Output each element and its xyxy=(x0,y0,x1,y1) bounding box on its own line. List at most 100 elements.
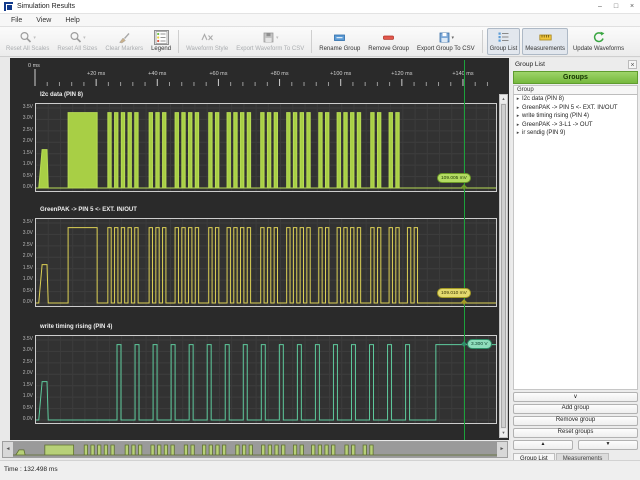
minimize-button[interactable]: – xyxy=(592,1,608,13)
group-column-header[interactable]: Group xyxy=(513,85,638,95)
dropdown-caret-icon[interactable]: ▾ xyxy=(452,35,455,41)
measurements-button[interactable]: Measurements xyxy=(522,28,568,55)
simulation-results-window: Simulation Results – □ × File View Help … xyxy=(0,0,640,480)
toolbar-separator xyxy=(311,30,312,53)
export-group-to-csv-button[interactable]: ▾Export Group To CSV xyxy=(414,28,478,55)
reset-groups-button[interactable]: Reset groups xyxy=(513,428,638,438)
group-list-item[interactable]: ▸write timing rising (PIN 4) xyxy=(514,112,637,121)
magnifier-icon xyxy=(19,31,32,44)
toolbar-button-label: Update Waveforms xyxy=(573,46,624,53)
scroll-right-icon[interactable]: ► xyxy=(497,442,507,457)
tree-expand-icon[interactable]: ▸ xyxy=(514,122,522,128)
collapse-button[interactable]: ∨ xyxy=(513,392,638,402)
group-item-label: GreenPAK -> 3-L1 -> OUT xyxy=(522,122,593,128)
remove-group-button[interactable]: Remove group xyxy=(513,416,638,426)
y-axis-tick-label: 2.0V xyxy=(12,138,33,144)
floppy-blue-icon xyxy=(438,31,451,44)
dropdown-caret-icon: ▾ xyxy=(276,35,279,41)
y-axis-tick-label: 1.5V xyxy=(12,382,33,388)
svg-text:+20 ms: +20 ms xyxy=(87,71,105,77)
legend-button[interactable]: Legend xyxy=(148,28,174,55)
group-list-item[interactable]: ▸I2c data (PIN 8) xyxy=(514,95,637,104)
tree-expand-icon[interactable]: ▸ xyxy=(514,105,522,111)
waveform-plot[interactable] xyxy=(35,103,497,192)
svg-text:0 ms: 0 ms xyxy=(28,63,40,69)
y-axis-tick-label: 0.0V xyxy=(12,416,33,422)
scrollbar-thumb[interactable] xyxy=(501,104,506,428)
status-time: Time : 132.498 ms xyxy=(4,466,58,473)
svg-text:+40 ms: +40 ms xyxy=(148,71,166,77)
y-axis-tick-label: 3.5V xyxy=(12,336,33,342)
waveform-trace xyxy=(36,104,496,191)
status-bar: Time : 132.498 ms xyxy=(0,460,640,480)
toolbar-button-label: Legend xyxy=(151,46,171,53)
maximize-button[interactable]: □ xyxy=(608,1,624,13)
y-axis-tick-label: 0.5V xyxy=(12,173,33,179)
cursor-value-label: 109.005 mV xyxy=(437,173,471,183)
group-list-item[interactable]: ▸GreenPAK -> PIN 5 <- EXT. IN/OUT xyxy=(514,104,637,113)
waveform-label: write timing rising (PIN 4) xyxy=(40,324,112,330)
waveform-area[interactable]: 0 ms+20 ms+40 ms+60 ms+80 ms+100 ms+120 … xyxy=(10,58,509,440)
title-bar: Simulation Results – □ × xyxy=(0,0,640,14)
vertical-scrollbar[interactable]: ▲▼ xyxy=(499,94,508,438)
tree-expand-icon[interactable]: ▸ xyxy=(514,130,522,136)
y-axis-tick-label: 2.5V xyxy=(12,242,33,248)
move-up-button[interactable]: ▲ xyxy=(513,440,573,450)
tree-expand-icon[interactable]: ▸ xyxy=(514,113,522,119)
menu-view[interactable]: View xyxy=(29,17,58,24)
toolbar-button-label: Clear Markers xyxy=(105,46,143,53)
wave-icon xyxy=(201,31,214,44)
scroll-up-icon[interactable]: ▲ xyxy=(500,95,507,103)
toolbar-button-label: Measurements xyxy=(525,46,565,53)
waveform-plot[interactable] xyxy=(35,335,497,424)
scroll-down-icon[interactable]: ▼ xyxy=(500,429,507,437)
svg-text:+120 ms: +120 ms xyxy=(391,71,412,77)
group-list-item[interactable]: ▸GreenPAK -> 3-L1 -> OUT xyxy=(514,121,637,130)
group-list: ▸I2c data (PIN 8)▸GreenPAK -> PIN 5 <- E… xyxy=(513,95,638,390)
panel-close-icon[interactable]: × xyxy=(628,60,637,69)
remove-group-button[interactable]: Remove Group xyxy=(365,28,412,55)
remove-icon xyxy=(382,31,395,44)
rename-group-button[interactable]: Rename Group xyxy=(316,28,363,55)
time-cursor[interactable] xyxy=(464,60,465,440)
y-axis-tick-label: 1.0V xyxy=(12,161,33,167)
legend-icon xyxy=(155,31,168,44)
y-axis-tick-label: 0.0V xyxy=(12,299,33,305)
overview-track[interactable] xyxy=(13,442,498,457)
move-down-button[interactable]: ▼ xyxy=(578,440,638,450)
toolbar-button-label: Waveform Style xyxy=(186,46,228,53)
group-list-item[interactable]: ▸ir sendig (PIN 9) xyxy=(514,129,637,138)
add-group-button[interactable]: Add group xyxy=(513,404,638,414)
y-axis-tick-label: 2.0V xyxy=(12,253,33,259)
y-axis-tick-label: 3.5V xyxy=(12,219,33,225)
app-icon xyxy=(4,2,13,11)
waveform-plot[interactable] xyxy=(35,218,497,307)
y-axis-tick-label: 3.0V xyxy=(12,347,33,353)
refresh-icon xyxy=(592,31,605,44)
y-axis-tick-label: 1.0V xyxy=(12,276,33,282)
overview-strip: ◄ ► xyxy=(2,441,508,458)
menu-file[interactable]: File xyxy=(4,17,29,24)
time-ruler[interactable]: 0 ms+20 ms+40 ms+60 ms+80 ms+100 ms+120 … xyxy=(10,58,509,92)
waveform-label: GreenPAK -> PIN 5 <- EXT. IN/OUT xyxy=(40,207,137,213)
clear-markers-button: Clear Markers xyxy=(102,28,146,55)
y-axis-tick-label: 3.0V xyxy=(12,230,33,236)
y-axis-tick-label: 1.5V xyxy=(12,265,33,271)
update-waveforms-button[interactable]: Update Waveforms xyxy=(570,28,627,55)
scroll-left-icon[interactable]: ◄ xyxy=(3,442,13,457)
magnifier-icon xyxy=(69,31,82,44)
reset-all-sizes-button: ▾Reset All Sizes xyxy=(54,28,100,55)
overview-waveform xyxy=(13,442,498,457)
y-axis-tick-label: 0.0V xyxy=(12,184,33,190)
group-list-button[interactable]: Group List xyxy=(487,28,521,55)
brush-icon xyxy=(118,31,131,44)
waveform-trace xyxy=(36,336,496,423)
y-axis-tick-label: 1.5V xyxy=(12,150,33,156)
toolbar-button-label: Rename Group xyxy=(319,46,360,53)
toolbar-button-label: Reset All Sizes xyxy=(57,46,97,53)
tree-expand-icon[interactable]: ▸ xyxy=(514,96,522,102)
ruler-icon xyxy=(539,31,552,44)
toolbar-separator xyxy=(482,30,483,53)
close-button[interactable]: × xyxy=(624,1,640,13)
menu-help[interactable]: Help xyxy=(58,17,86,24)
